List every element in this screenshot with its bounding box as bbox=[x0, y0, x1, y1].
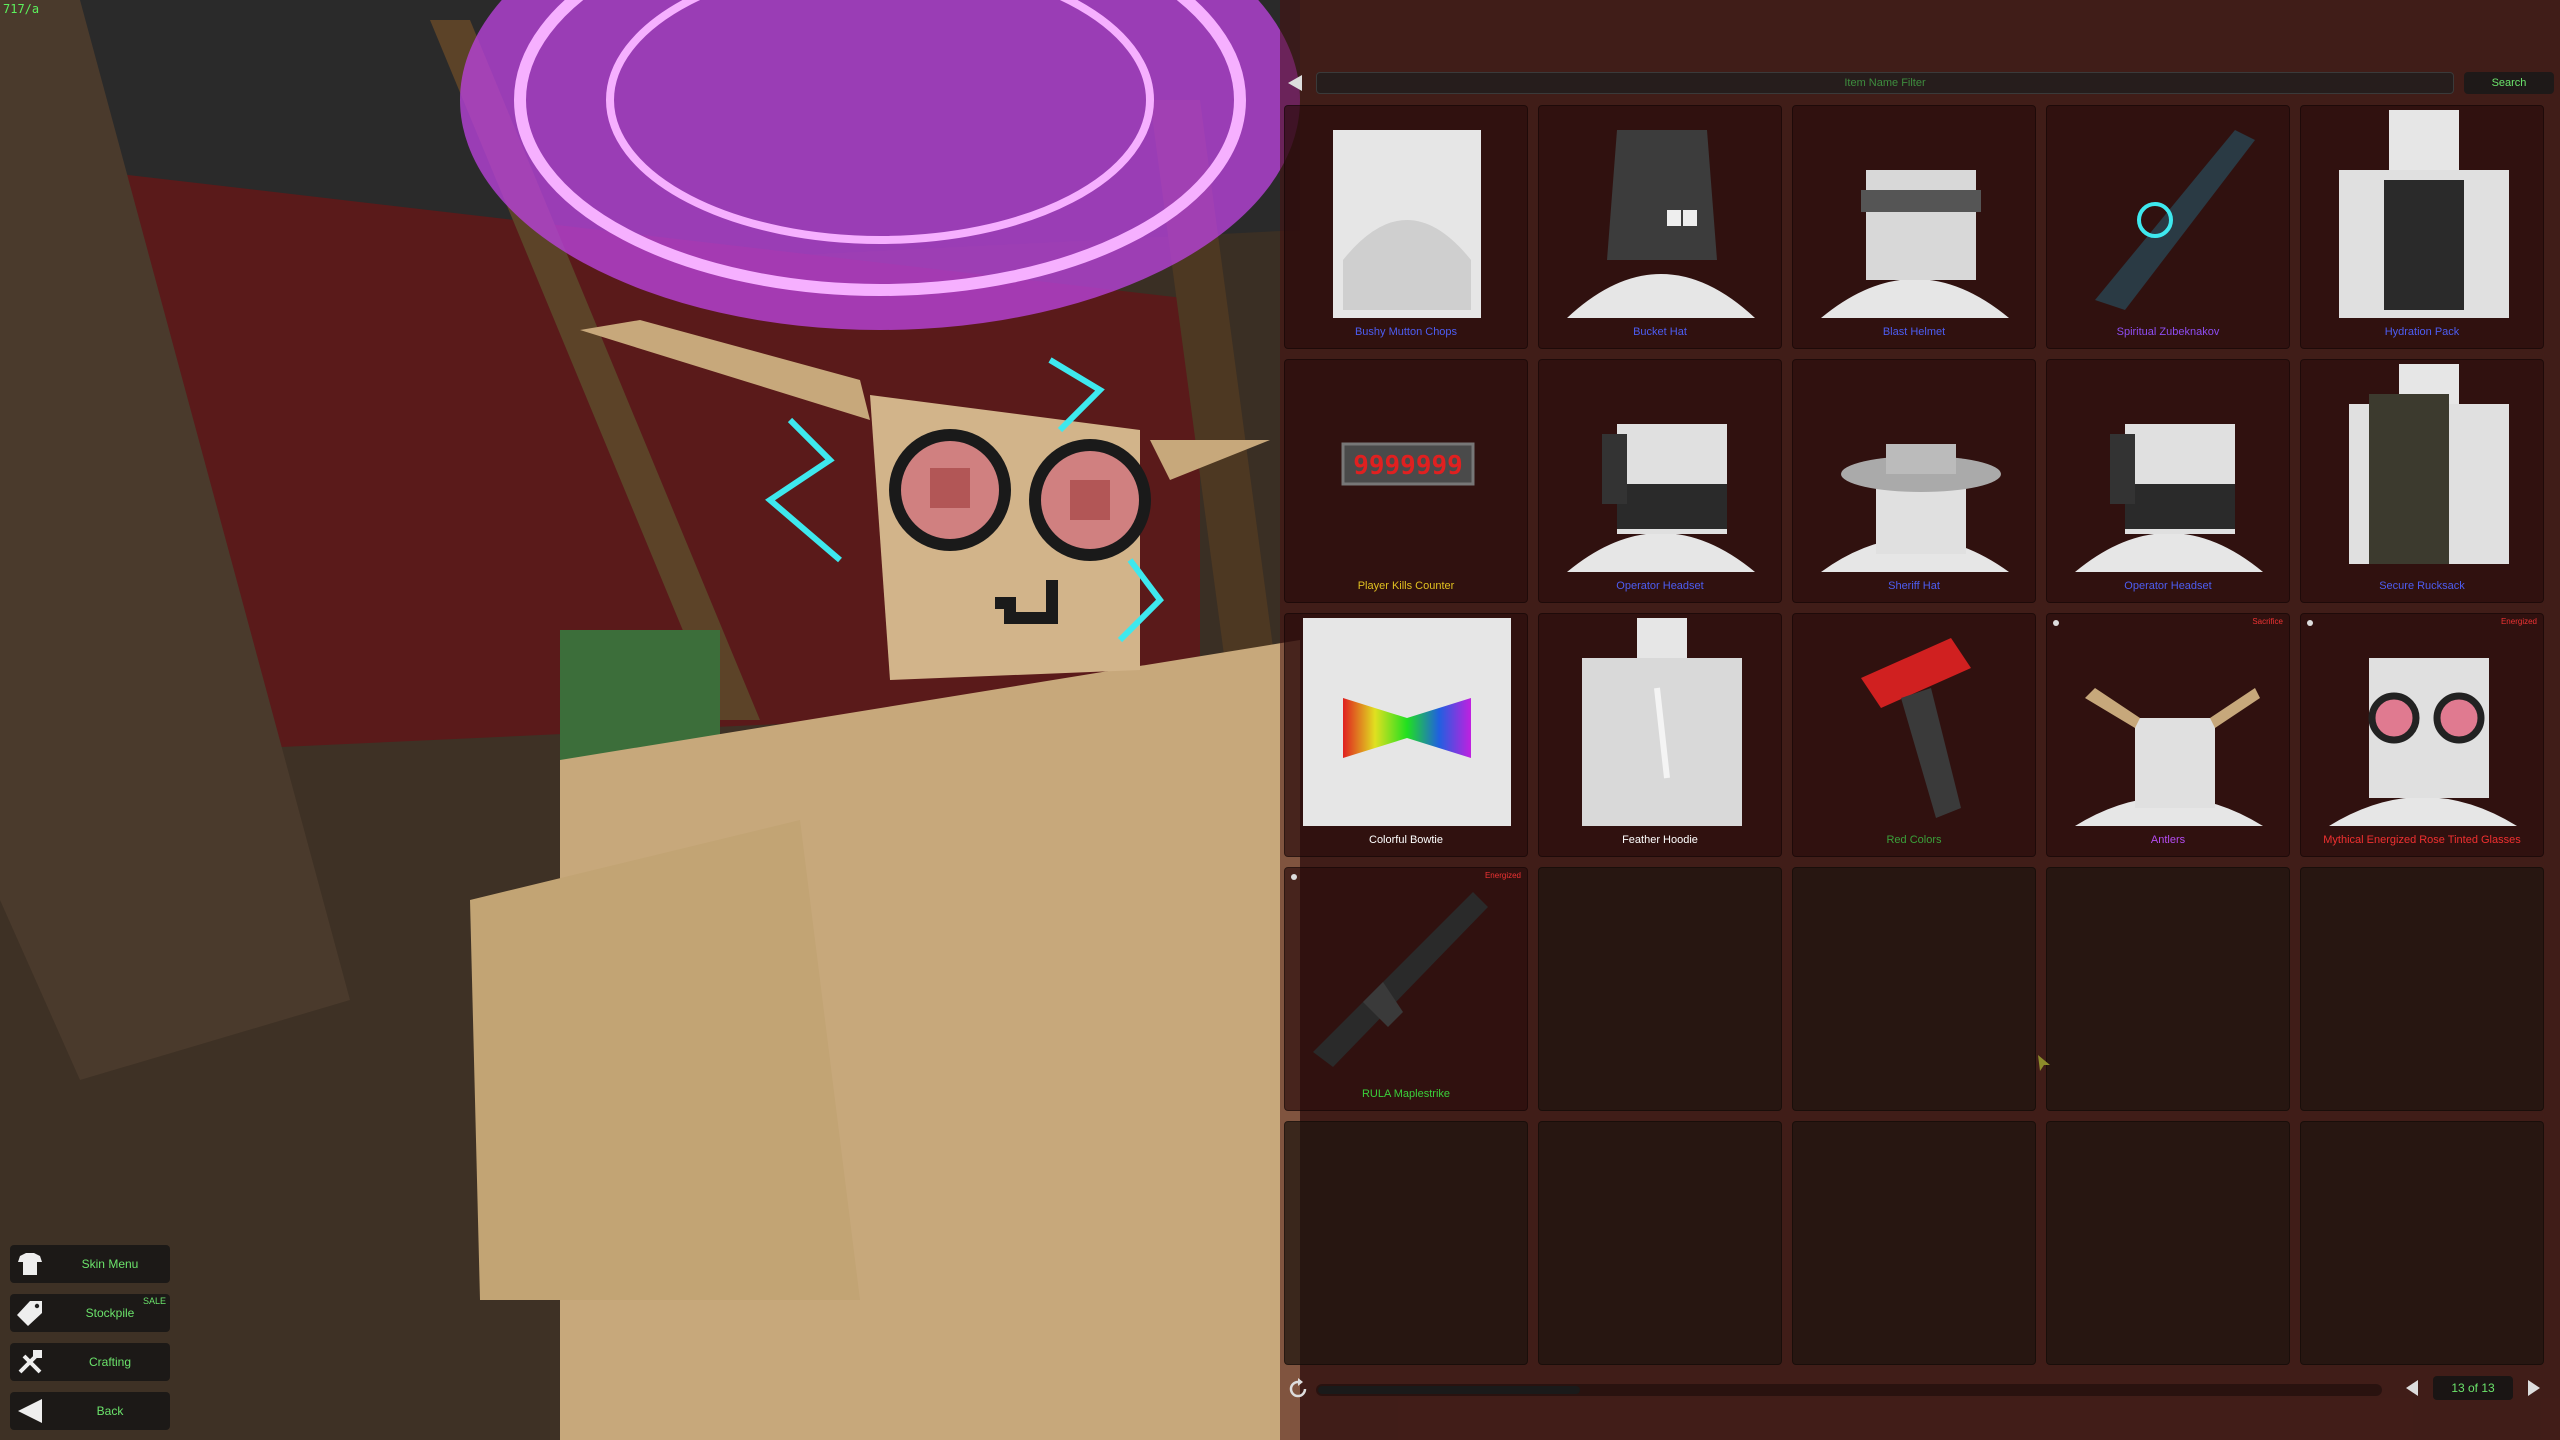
item-name: Antlers bbox=[2150, 834, 2186, 846]
operator-headset-thumbnail-icon bbox=[1567, 424, 1755, 572]
back-button[interactable]: Back bbox=[10, 1392, 170, 1430]
item-name: Feather Hoodie bbox=[1622, 834, 1698, 846]
rifle-thumbnail-icon bbox=[1313, 892, 1488, 1067]
item-slot[interactable]: Colorful Bowtie bbox=[1284, 613, 1528, 857]
item-slot[interactable]: Red Colors bbox=[1792, 613, 2036, 857]
refresh-icon[interactable] bbox=[1286, 1377, 1310, 1401]
sheriff-hat-thumbnail-icon bbox=[1821, 444, 2009, 572]
item-slot[interactable]: Bucket Hat bbox=[1538, 105, 1782, 349]
item-name: Mythical Energized Rose Tinted Glasses bbox=[2323, 834, 2521, 846]
hoodie-thumbnail-icon bbox=[1582, 618, 1742, 826]
bucket-hat-thumbnail-icon bbox=[1567, 130, 1755, 318]
crafting-button[interactable]: Crafting bbox=[10, 1343, 170, 1381]
item-name: Hydration Pack bbox=[2384, 326, 2460, 338]
item-slot[interactable]: Bushy Mutton Chops bbox=[1284, 105, 1528, 349]
new-indicator-icon bbox=[2053, 620, 2059, 626]
page-indicator: 13 of 13 bbox=[2433, 1376, 2513, 1400]
blast-helmet-thumbnail-icon bbox=[1821, 170, 2009, 318]
back-arrow-icon bbox=[18, 1399, 42, 1423]
item-slot[interactable]: Operator Headset bbox=[1538, 359, 1782, 603]
empty-slot bbox=[1538, 1121, 1782, 1365]
item-slot[interactable]: Energized RULA Maplestrike bbox=[1284, 867, 1528, 1111]
pistol-thumbnail-icon bbox=[1861, 638, 1971, 818]
item-slot[interactable]: Energized Mythical Energized Rose Tinted… bbox=[2300, 613, 2544, 857]
item-slot[interactable]: Sacrifice Antlers bbox=[2046, 613, 2290, 857]
empty-slot bbox=[1538, 867, 1782, 1111]
previous-page-icon[interactable] bbox=[2400, 1376, 2424, 1400]
item-name: Player Kills Counter bbox=[1357, 580, 1455, 592]
item-slot[interactable]: Blast Helmet bbox=[1792, 105, 2036, 349]
item-name: RULA Maplestrike bbox=[1361, 1088, 1451, 1100]
item-name: Secure Rucksack bbox=[2379, 580, 2465, 592]
empty-slot bbox=[2300, 867, 2544, 1111]
scrollbar[interactable] bbox=[1316, 1384, 2382, 1396]
search-button[interactable]: Search bbox=[2464, 72, 2554, 94]
crafting-tools-icon bbox=[18, 1350, 42, 1374]
shirt-icon bbox=[18, 1253, 42, 1275]
item-name: Colorful Bowtie bbox=[1369, 834, 1443, 846]
item-slot[interactable]: Secure Rucksack bbox=[2300, 359, 2544, 603]
back-label: Back bbox=[96, 1404, 124, 1418]
empty-slot bbox=[2300, 1121, 2544, 1365]
fps-counter: 717/a bbox=[3, 2, 40, 16]
empty-slot bbox=[2046, 867, 2290, 1111]
glasses-thumbnail-icon bbox=[2329, 658, 2517, 826]
item-name: Operator Headset bbox=[1616, 580, 1704, 592]
item-slot[interactable]: Spiritual Zubeknakov bbox=[2046, 105, 2290, 349]
item-name: Bucket Hat bbox=[1633, 326, 1687, 338]
stockpile-button[interactable]: Stockpile SALE bbox=[10, 1294, 170, 1332]
item-slot[interactable]: 9999999 Player Kills Counter bbox=[1284, 359, 1528, 603]
filter-back-arrow-icon[interactable] bbox=[1284, 71, 1306, 95]
item-name: Sheriff Hat bbox=[1888, 580, 1940, 592]
item-slot[interactable]: Sheriff Hat bbox=[1792, 359, 2036, 603]
empty-slot bbox=[1284, 1121, 1528, 1365]
item-name: Blast Helmet bbox=[1882, 326, 1946, 338]
kills-counter-value: 9999999 bbox=[1353, 451, 1463, 481]
bowtie-thumbnail-icon bbox=[1303, 618, 1511, 826]
new-indicator-icon bbox=[1291, 874, 1297, 880]
empty-slot bbox=[2046, 1121, 2290, 1365]
rifle-thumbnail-icon bbox=[2095, 130, 2255, 310]
mutton-chops-thumbnail-icon bbox=[1333, 130, 1481, 318]
next-page-icon[interactable] bbox=[2522, 1376, 2546, 1400]
hydration-pack-thumbnail-icon bbox=[2339, 110, 2509, 318]
item-slot[interactable]: Feather Hoodie bbox=[1538, 613, 1782, 857]
skin-menu-label: Skin Menu bbox=[81, 1257, 139, 1271]
mouse-cursor-icon bbox=[2038, 1055, 2050, 1071]
item-slot[interactable]: Hydration Pack bbox=[2300, 105, 2544, 349]
item-name: Bushy Mutton Chops bbox=[1354, 326, 1458, 338]
antlers-thumbnail-icon bbox=[2075, 688, 2263, 826]
skin-menu-button[interactable]: Skin Menu bbox=[10, 1245, 170, 1283]
scrollbar-thumb[interactable] bbox=[1318, 1386, 1580, 1394]
item-name-filter-input[interactable] bbox=[1316, 72, 2454, 94]
item-name: Spiritual Zubeknakov bbox=[2116, 326, 2220, 338]
new-indicator-icon bbox=[2307, 620, 2313, 626]
crafting-label: Crafting bbox=[88, 1355, 132, 1369]
rucksack-thumbnail-icon bbox=[2349, 364, 2509, 564]
sale-badge: SALE bbox=[142, 1296, 166, 1306]
item-name: Red Colors bbox=[1886, 834, 1942, 846]
item-slot[interactable]: Operator Headset bbox=[2046, 359, 2290, 603]
item-name: Operator Headset bbox=[2124, 580, 2212, 592]
operator-headset-thumbnail-icon bbox=[2075, 424, 2263, 572]
empty-slot bbox=[1792, 1121, 2036, 1365]
empty-slot bbox=[1792, 867, 2036, 1111]
price-tag-icon bbox=[17, 1301, 42, 1326]
